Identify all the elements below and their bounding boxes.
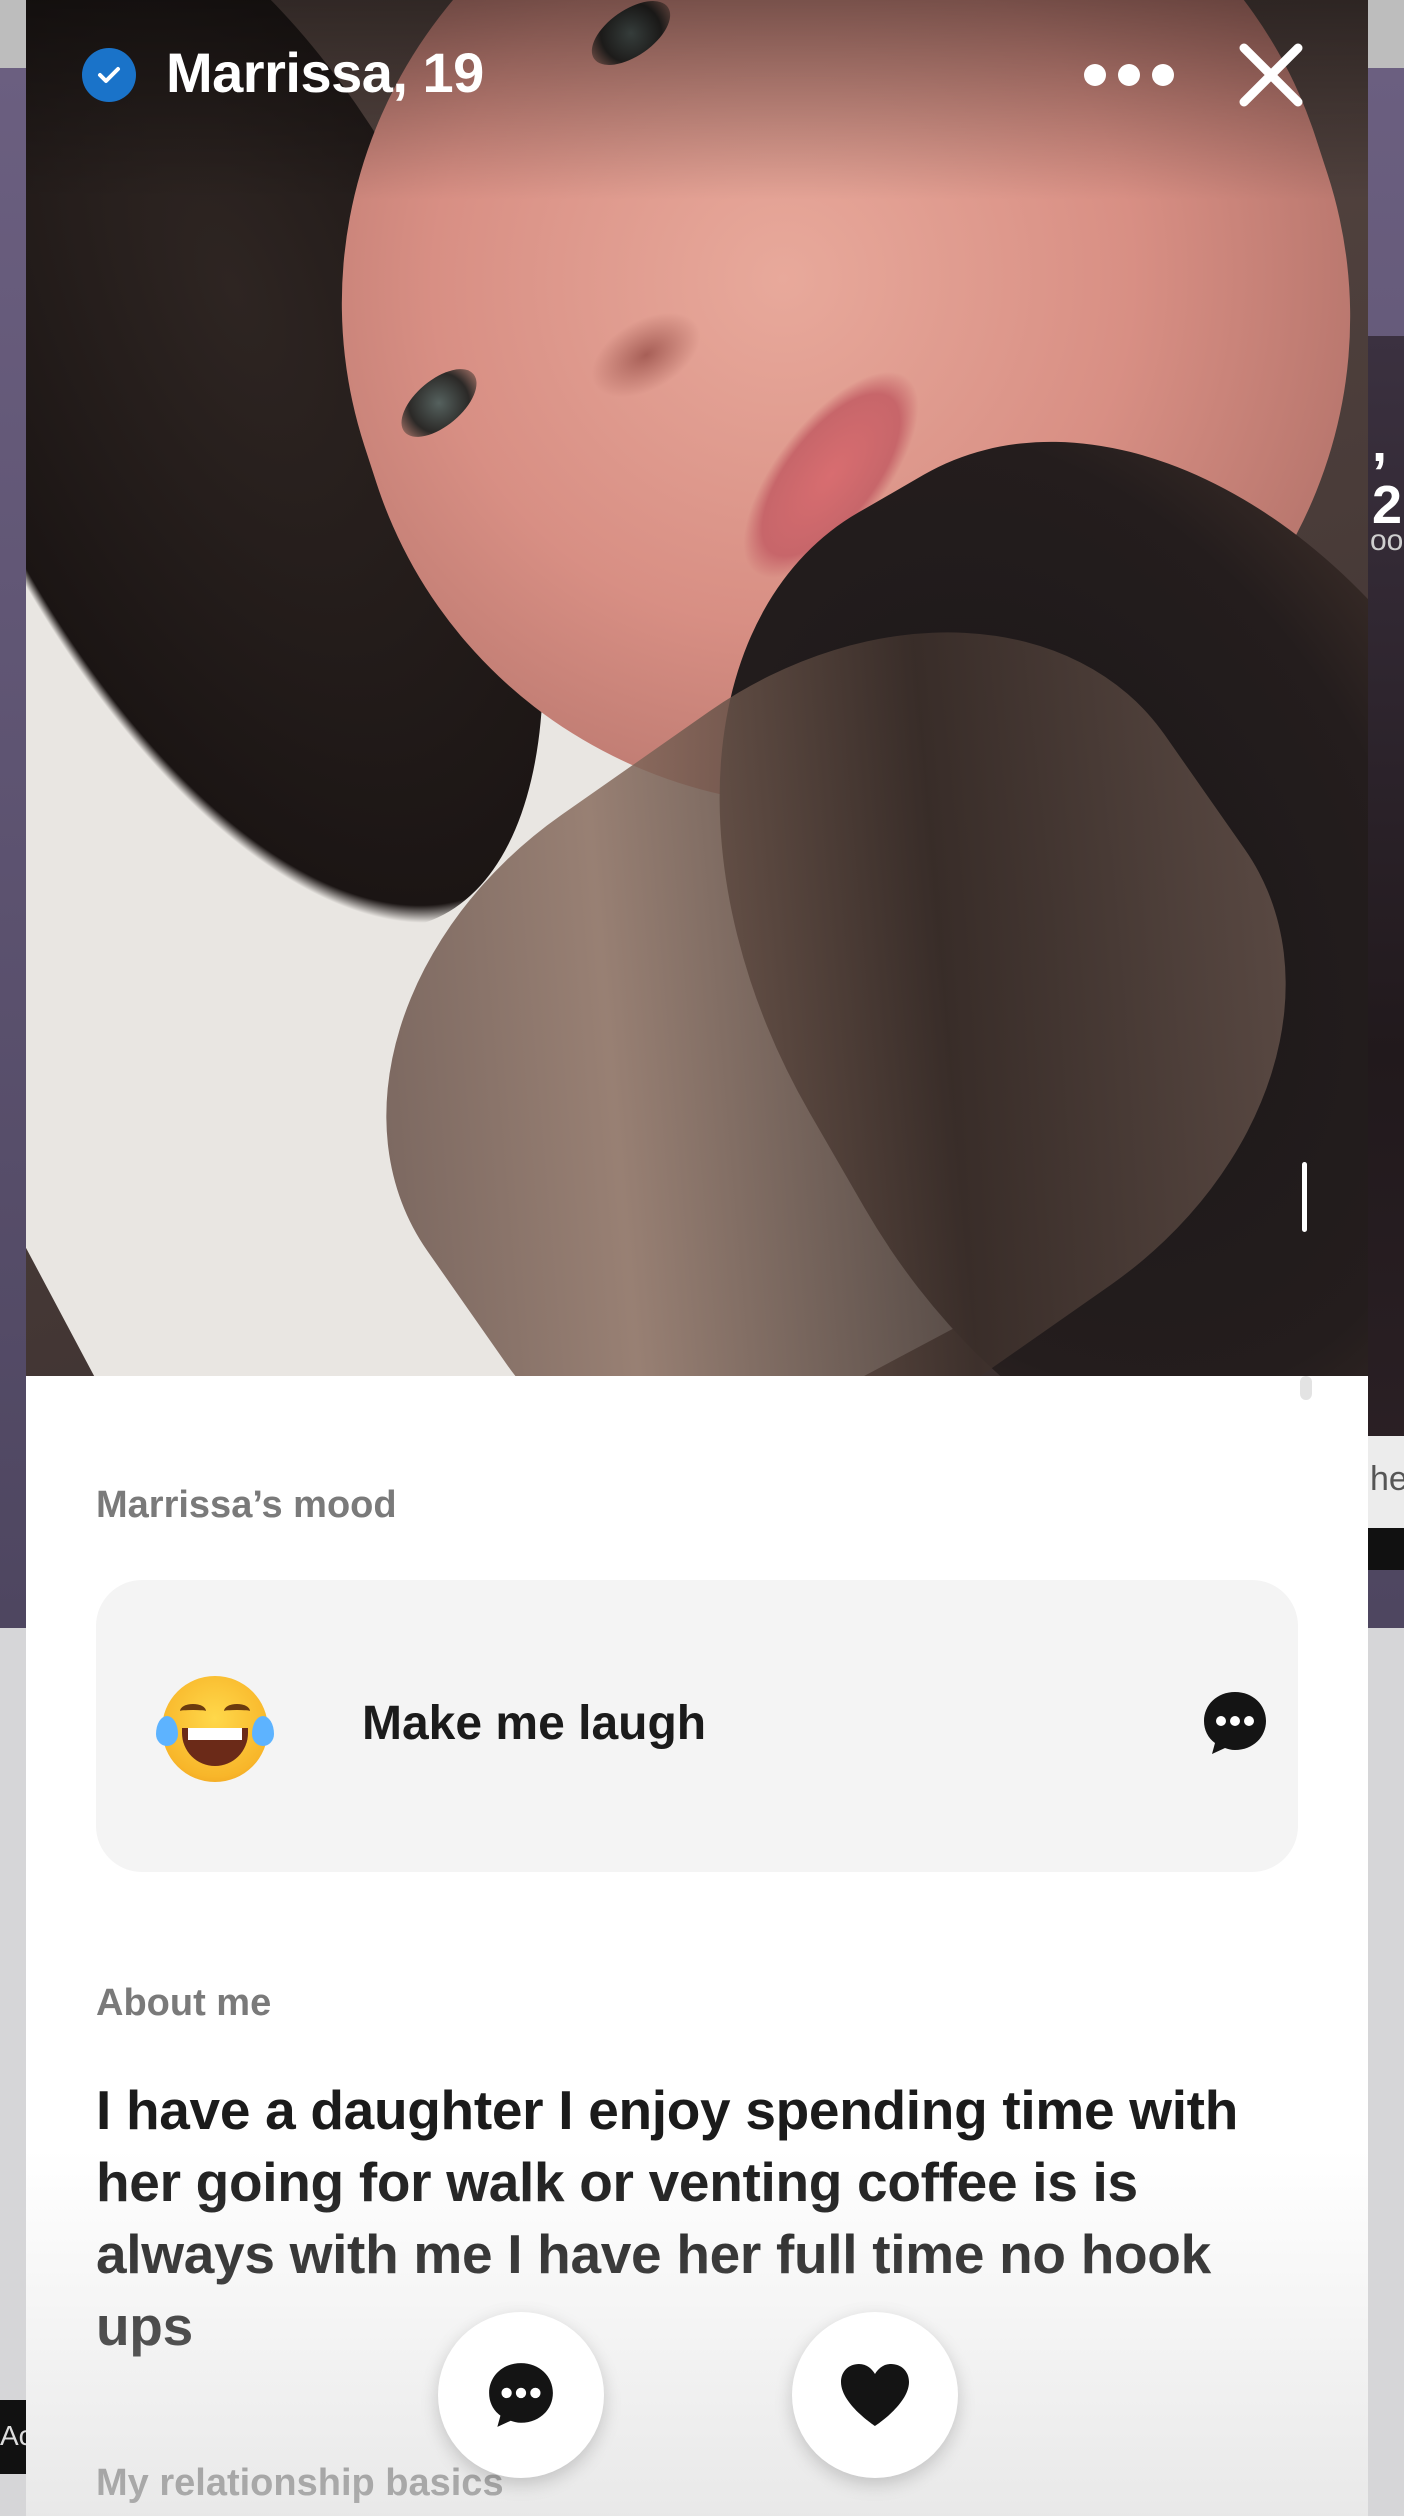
- like-button[interactable]: [792, 2312, 958, 2478]
- chat-button[interactable]: [438, 2312, 604, 2478]
- more-dots-icon: [1118, 64, 1140, 86]
- close-button[interactable]: [1236, 40, 1306, 110]
- scrollbar-thumb[interactable]: [1300, 1376, 1312, 1400]
- mood-section-label: Marrissa’s mood: [96, 1484, 397, 1526]
- chat-bubble-icon: [489, 2363, 553, 2427]
- photo-page-indicator: [1302, 1162, 1307, 1232]
- ad-label: Ac: [0, 2400, 26, 2474]
- next-profile-subtitle: oo: [1370, 524, 1404, 557]
- mood-text: Make me laugh: [362, 1697, 707, 1750]
- profile-name-age: Marrissa, 19: [166, 41, 484, 104]
- next-profile-footer-text: he: [1370, 1460, 1404, 1498]
- profile-header: Marrissa, 19: [26, 0, 1368, 150]
- profile-modal: Marrissa, 19 Marrissa’s mood Make me lau…: [26, 0, 1368, 2516]
- chat-bubble-icon: [1204, 1692, 1266, 1754]
- verified-check-icon: [82, 48, 136, 102]
- next-profile-name: , 2: [1372, 413, 1403, 535]
- next-profile-card-peek[interactable]: , 2 oo he: [1368, 336, 1404, 1528]
- next-profile-footer: he: [1368, 1436, 1404, 1528]
- about-section-label: About me: [96, 1982, 272, 2024]
- laughing-tears-emoji-icon: [156, 1676, 274, 1782]
- profile-photo[interactable]: [26, 0, 1368, 1376]
- close-icon: [1239, 43, 1303, 107]
- mood-reply-button[interactable]: [1200, 1688, 1270, 1758]
- more-options-button[interactable]: [1084, 50, 1174, 100]
- heart-icon: [841, 2364, 909, 2426]
- about-text: I have a daughter I enjoy spending time …: [96, 2079, 1238, 2357]
- more-dots-icon: [1152, 64, 1174, 86]
- background-strip: [1368, 1528, 1404, 1570]
- mood-card[interactable]: Make me laugh: [96, 1580, 1298, 1872]
- more-dots-icon: [1084, 64, 1106, 86]
- relationship-section-label: My relationship basics: [96, 2462, 504, 2504]
